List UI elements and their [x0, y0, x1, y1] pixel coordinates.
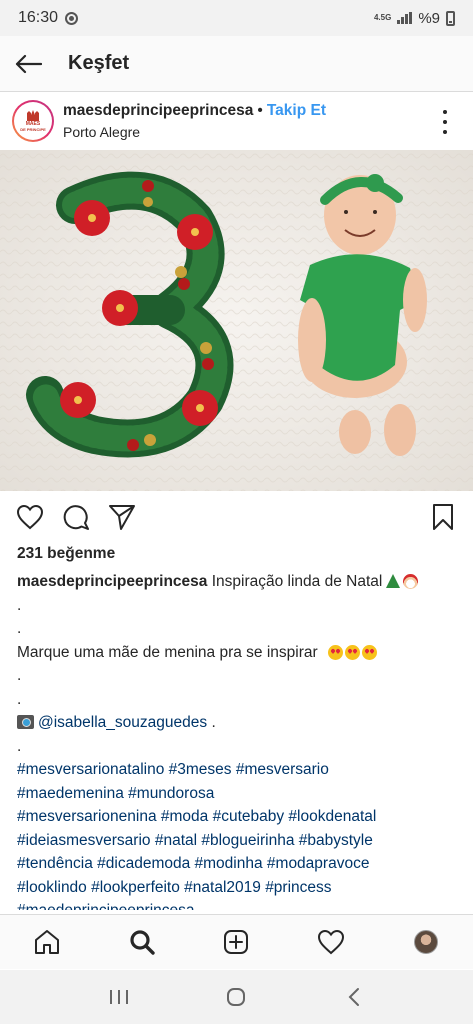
- status-time: 16:30: [18, 9, 59, 26]
- post-actions: [0, 498, 473, 538]
- recent-apps-icon: [109, 990, 128, 1004]
- heart-eyes-icon: [362, 644, 377, 660]
- page-title: Keşfet: [68, 52, 130, 74]
- caption-text: Inspiração linda de Natal: [207, 573, 383, 590]
- battery-percent: %9: [418, 9, 440, 27]
- home-circle-icon: [227, 988, 246, 1006]
- back-system-button[interactable]: [334, 977, 374, 1017]
- sync-status-icon: [65, 11, 79, 25]
- arrow-left-icon: [15, 54, 42, 73]
- post-header: MAES DE PRINCIPE maesdeprincipeeprincesa…: [0, 92, 473, 150]
- caption-line: Marque uma mãe de menina pra se inspirar: [17, 641, 462, 665]
- post-photo[interactable]: [0, 150, 473, 491]
- network-type: 4.5G: [373, 13, 392, 22]
- bookmark-icon: [433, 504, 453, 530]
- follow-button[interactable]: Takip Et: [267, 102, 326, 120]
- home-system-button[interactable]: [216, 977, 256, 1017]
- hashtag-line[interactable]: #looklindo #lookperfeito #natal2019 #pri…: [17, 876, 462, 900]
- avatar[interactable]: MAES DE PRINCIPE: [12, 100, 54, 142]
- bottom-nav: [0, 914, 473, 969]
- system-nav: [0, 970, 473, 1024]
- heart-eyes-icon: [328, 644, 343, 660]
- search-icon: [130, 930, 155, 955]
- like-button[interactable]: [15, 502, 45, 532]
- signal-icon: [397, 12, 413, 24]
- caption-dot: .: [17, 737, 22, 755]
- caption: maesdeprincipeeprincesa Inspiração linda…: [17, 570, 462, 910]
- nav-activity[interactable]: [311, 922, 351, 962]
- share-button[interactable]: [107, 502, 137, 532]
- back-button[interactable]: [0, 36, 56, 92]
- hashtag-line[interactable]: #mesversarionatalino #3meses #mesversari…: [17, 758, 462, 782]
- avatar-logo: MAES DE PRINCIPE: [14, 102, 52, 140]
- post-meta: maesdeprincipeeprincesa • Takip Et Porto…: [63, 102, 326, 140]
- caption-dot: .: [17, 667, 22, 684]
- avatar-text-2: DE PRINCIPE: [20, 127, 46, 132]
- plus-square-icon: [224, 930, 249, 954]
- home-icon: [35, 930, 60, 954]
- chevron-left-icon: [348, 988, 360, 1006]
- separator-dot: •: [257, 102, 263, 119]
- nav-home[interactable]: [27, 922, 67, 962]
- caption-dot: .: [17, 620, 22, 637]
- likes-count[interactable]: 231 beğenme: [17, 545, 115, 563]
- save-button[interactable]: [428, 502, 458, 532]
- hashtag-line[interactable]: #maedemenina #mundorosa: [17, 782, 462, 806]
- post-user-row: maesdeprincipeeprincesa • Takip Et: [63, 102, 326, 120]
- post-location[interactable]: Porto Alegre: [63, 124, 326, 140]
- caption-username[interactable]: maesdeprincipeeprincesa: [17, 573, 207, 590]
- comment-button[interactable]: [61, 502, 91, 532]
- christmas-tree-icon: [386, 574, 401, 588]
- heart-eyes-icon: [345, 644, 360, 660]
- castle-icon: [27, 110, 39, 121]
- status-right: 4.5G %9: [374, 10, 455, 27]
- caption-line: maesdeprincipeeprincesa Inspiração linda…: [17, 570, 462, 594]
- credit-mention[interactable]: @isabella_souzaguedes: [38, 714, 207, 731]
- post-username[interactable]: maesdeprincipeeprincesa: [63, 102, 253, 120]
- more-options-button[interactable]: [435, 110, 455, 134]
- caption-dot: .: [17, 690, 22, 708]
- status-bar: 16:30 4.5G %9: [0, 0, 473, 36]
- heart-icon: [16, 504, 44, 530]
- recent-apps-button[interactable]: [99, 977, 139, 1017]
- app-header: Keşfet: [0, 36, 473, 92]
- heart-icon: [318, 929, 345, 955]
- photo-illustration: [0, 150, 473, 491]
- nav-search[interactable]: [122, 922, 162, 962]
- comment-icon: [63, 505, 89, 530]
- hashtag-line[interactable]: #ideiasmesversario #natal #blogueirinha …: [17, 829, 462, 853]
- battery-icon: [446, 10, 455, 26]
- hashtag-line[interactable]: #mesversarionenina #moda #cutebaby #look…: [17, 805, 462, 829]
- credit-suffix: .: [207, 714, 216, 731]
- nav-profile[interactable]: [406, 922, 446, 962]
- profile-avatar: [413, 930, 438, 954]
- santa-icon: [403, 574, 419, 589]
- hashtag-line[interactable]: #maedeprincipeeprincesa: [17, 899, 462, 910]
- camera-icon: [17, 715, 34, 729]
- paper-plane-icon: [109, 505, 135, 530]
- more-vertical-icon: [443, 110, 447, 114]
- nav-add[interactable]: [216, 922, 256, 962]
- caption-line: @isabella_souzaguedes .: [17, 711, 462, 735]
- hashtag-line[interactable]: #tendência #dicademoda #modinha #modapra…: [17, 852, 462, 876]
- caption-cta: Marque uma mãe de menina pra se inspirar: [17, 643, 318, 661]
- caption-dot: .: [17, 596, 22, 614]
